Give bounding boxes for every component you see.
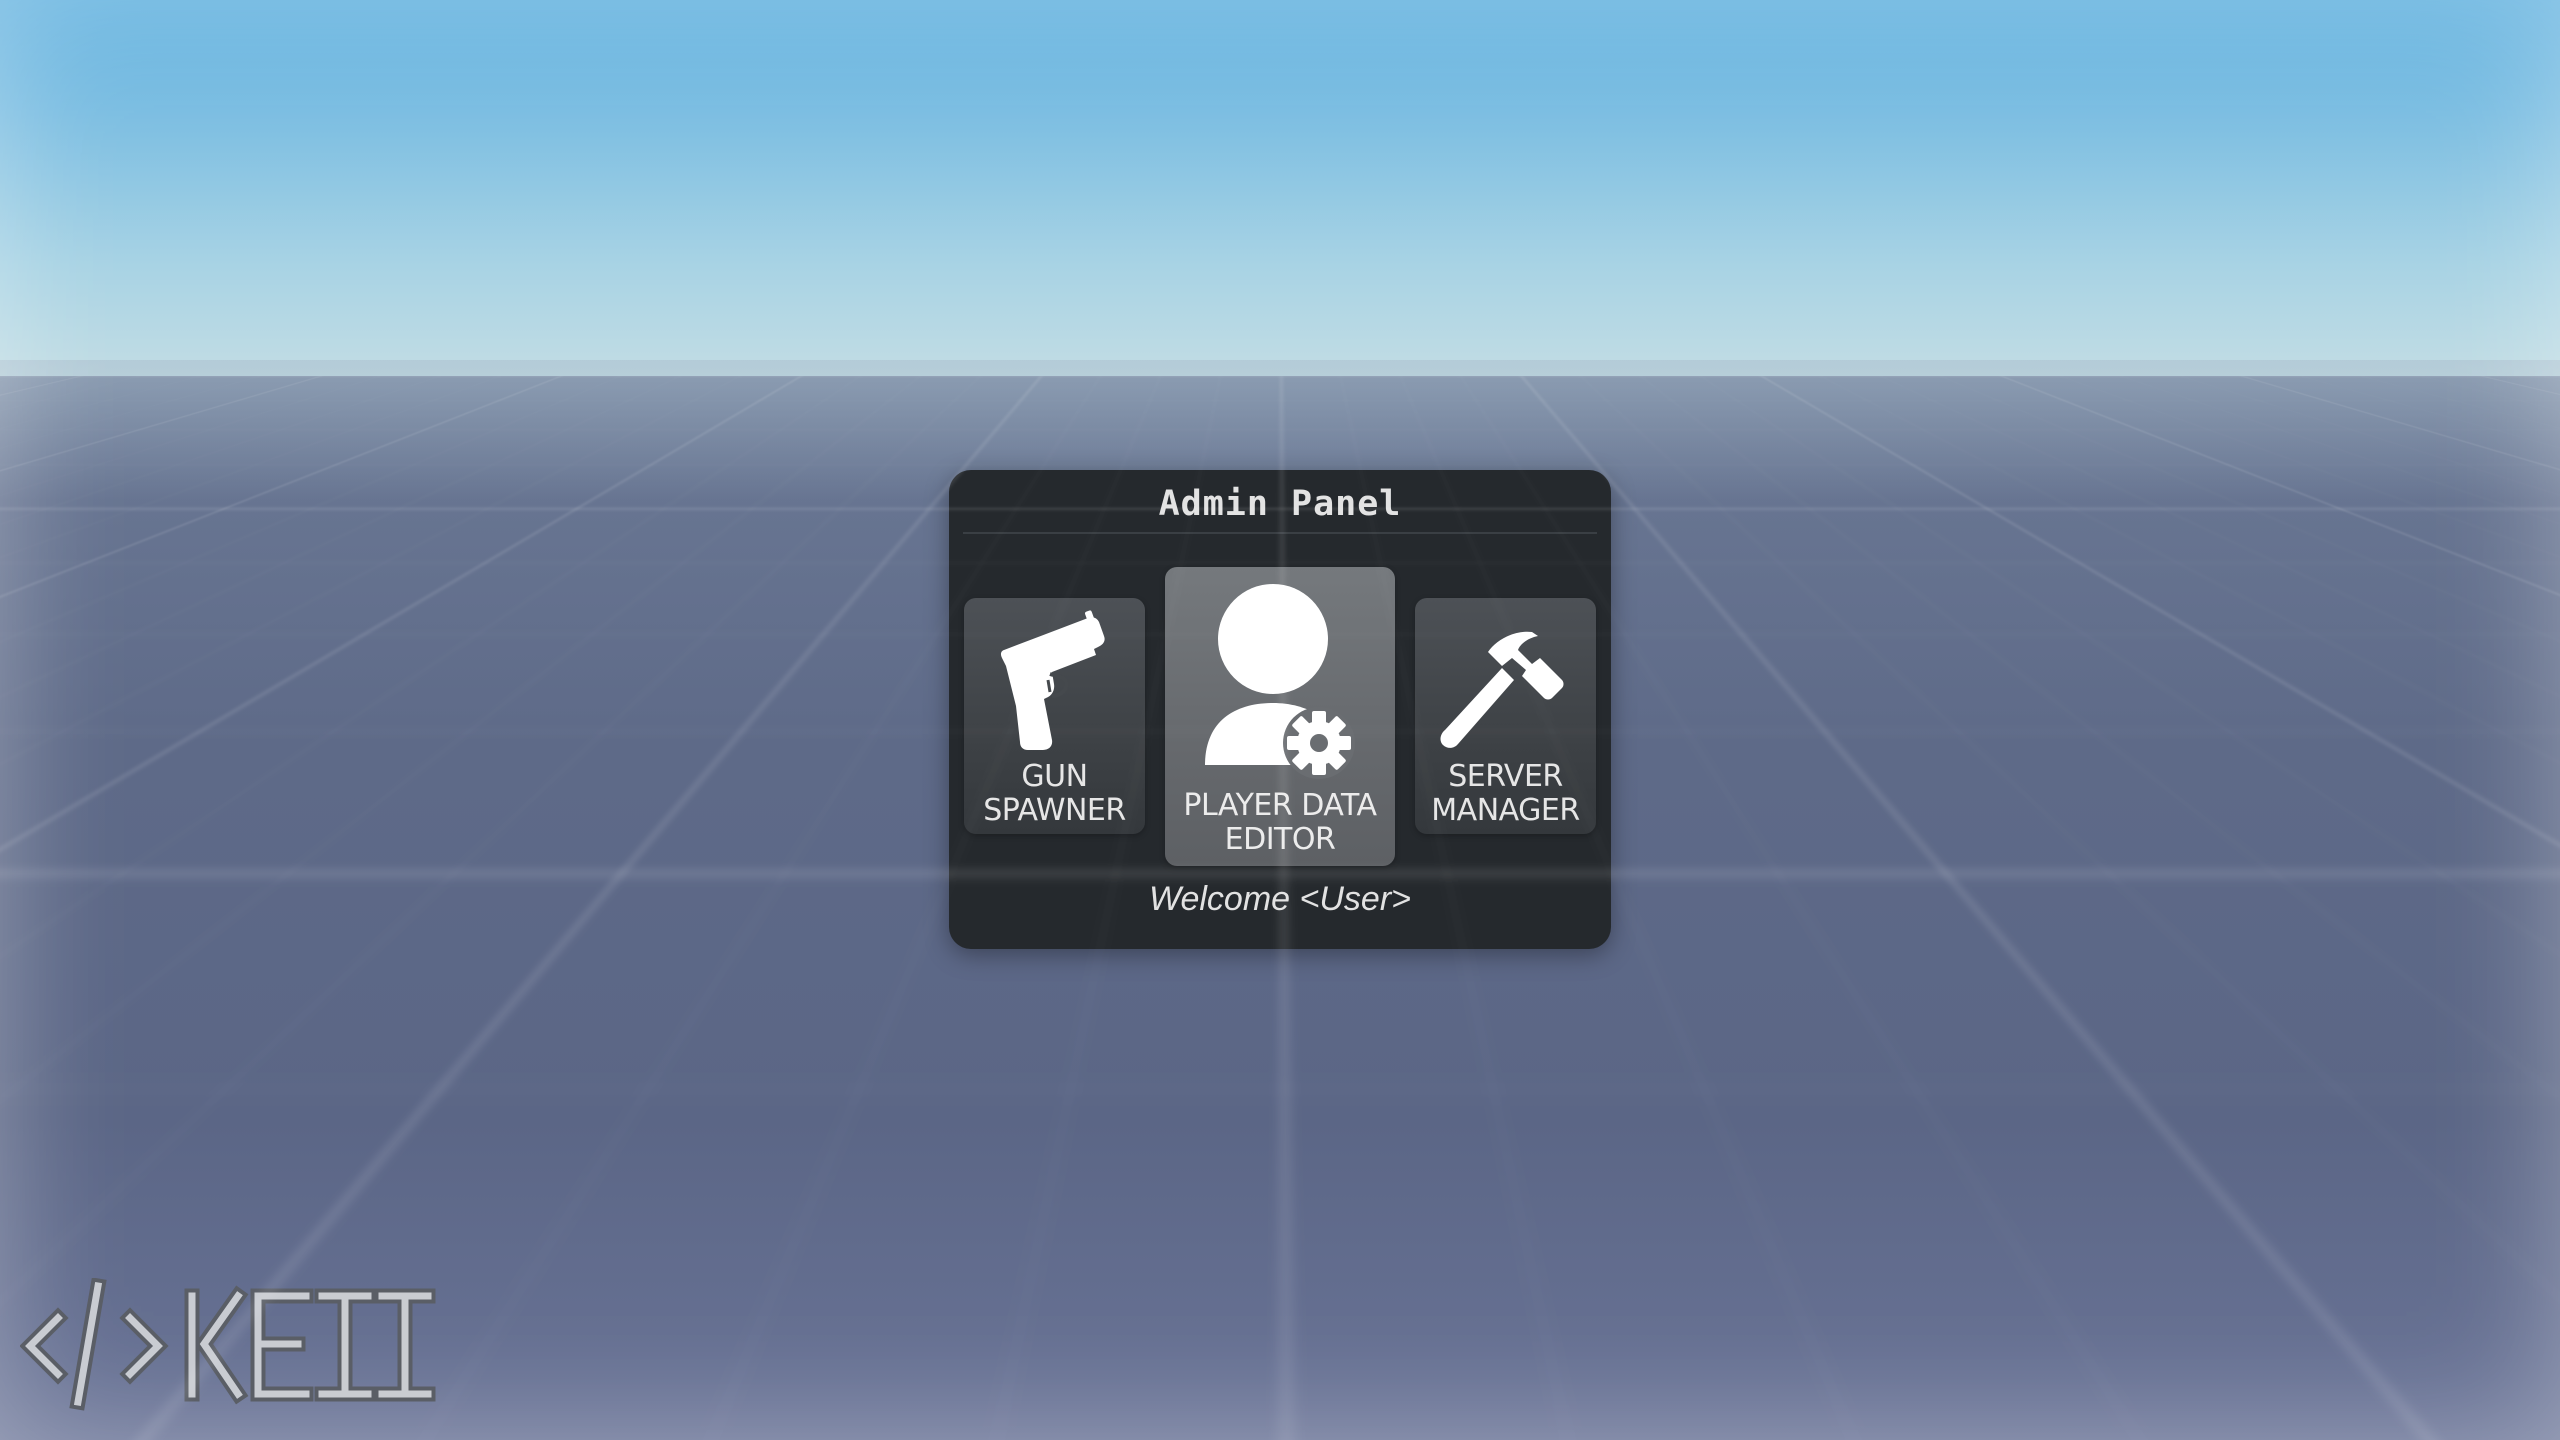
server-manager-label-line2: MANAGER — [1415, 794, 1596, 828]
admin-panel: Admin Panel GUN SPAWNER PLAYER DATA EDIT… — [949, 470, 1611, 949]
sky-backdrop — [0, 0, 2560, 380]
gun-spawner-label: GUN SPAWNER — [964, 760, 1145, 828]
title-divider — [963, 532, 1597, 534]
server-manager-label-line1: SERVER — [1415, 760, 1596, 794]
gun-spawner-button[interactable]: GUN SPAWNER — [964, 598, 1145, 834]
gun-spawner-label-line2: SPAWNER — [964, 794, 1145, 828]
welcome-message: Welcome <User> — [949, 880, 1611, 919]
gun-spawner-label-line1: GUN — [964, 760, 1145, 794]
user-gear-icon — [1195, 581, 1365, 786]
keii-logo — [20, 1278, 450, 1412]
server-manager-label: SERVER MANAGER — [1415, 760, 1596, 828]
server-manager-button[interactable]: SERVER MANAGER — [1415, 598, 1596, 834]
player-data-editor-label: PLAYER DATA EDITOR — [1165, 789, 1395, 857]
game-viewport: Admin Panel GUN SPAWNER PLAYER DATA EDIT… — [0, 0, 2560, 1440]
hammer-icon — [1436, 628, 1576, 758]
player-data-editor-button[interactable]: PLAYER DATA EDITOR — [1165, 567, 1395, 866]
player-data-editor-label-line1: PLAYER DATA — [1165, 789, 1395, 823]
panel-title: Admin Panel — [949, 484, 1611, 524]
pistol-icon — [990, 610, 1120, 755]
player-data-editor-label-line2: EDITOR — [1165, 823, 1395, 857]
